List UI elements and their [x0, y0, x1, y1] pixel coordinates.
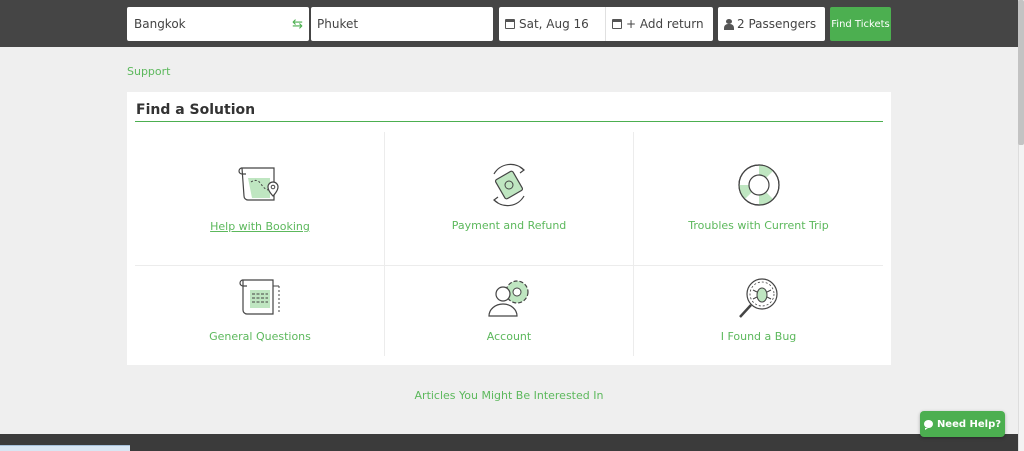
calendar-icon [505, 19, 515, 29]
from-field[interactable]: Bangkok ⇆ [127, 7, 309, 41]
to-field[interactable]: Phuket [311, 7, 493, 41]
need-help-button[interactable]: Need Help? [920, 411, 1005, 437]
document-scroll-icon [239, 279, 280, 315]
return-date-label: + Add return [626, 17, 704, 31]
title-divider [135, 121, 883, 122]
articles-link[interactable]: Articles You Might Be Interested In [0, 389, 1018, 402]
swap-icon[interactable]: ⇆ [292, 17, 303, 32]
need-help-label: Need Help? [936, 418, 1002, 430]
find-tickets-button[interactable]: Find Tickets [830, 7, 891, 41]
solution-tile-general[interactable]: General Questions [136, 276, 384, 343]
scrollbar[interactable] [1018, 0, 1024, 451]
solution-label[interactable]: I Found a Bug [721, 330, 797, 343]
return-date-field[interactable]: + Add return [606, 7, 704, 41]
solution-tile-payment[interactable]: Payment and Refund [385, 162, 633, 232]
passengers-field[interactable]: 2 Passengers [718, 7, 825, 41]
bug-magnifier-icon [738, 278, 778, 318]
lifebuoy-icon [737, 164, 780, 206]
date-field: Sat, Aug 16 + Add return [499, 7, 713, 41]
status-bar-url [0, 445, 130, 451]
user-gear-icon [488, 280, 529, 317]
find-solution-card: Find a Solution Help with Booking Paymen… [127, 92, 891, 365]
grid-divider [135, 265, 883, 266]
chat-bubble-icon [923, 420, 933, 430]
from-value: Bangkok [134, 17, 186, 31]
person-icon [724, 18, 734, 30]
card-title: Find a Solution [136, 102, 256, 118]
calendar-icon [612, 19, 622, 29]
scrollbar-thumb[interactable] [1018, 0, 1024, 145]
departure-date-value: Sat, Aug 16 [519, 17, 589, 31]
solution-label[interactable]: Payment and Refund [452, 219, 567, 232]
footer [0, 434, 1018, 451]
solution-tile-trip[interactable]: Troubles with Current Trip [634, 162, 883, 232]
map-pin-scroll-icon [238, 167, 279, 201]
departure-date-field[interactable]: Sat, Aug 16 [499, 7, 606, 41]
solution-label[interactable]: Troubles with Current Trip [688, 219, 828, 232]
to-value: Phuket [317, 17, 359, 31]
solution-tile-bug[interactable]: I Found a Bug [634, 276, 883, 343]
solution-label[interactable]: Account [487, 330, 531, 343]
passengers-value: 2 Passengers [737, 17, 817, 31]
solution-label[interactable]: General Questions [209, 330, 311, 343]
top-search-bar: Bangkok ⇆ Phuket Sat, Aug 16 + Add retur… [0, 0, 1018, 47]
solution-tile-booking[interactable]: Help with Booking [136, 164, 384, 233]
breadcrumb-support-link[interactable]: Support [127, 65, 170, 78]
solution-label[interactable]: Help with Booking [210, 220, 310, 233]
solution-tile-account[interactable]: Account [385, 276, 633, 343]
money-cycle-icon [493, 163, 525, 207]
